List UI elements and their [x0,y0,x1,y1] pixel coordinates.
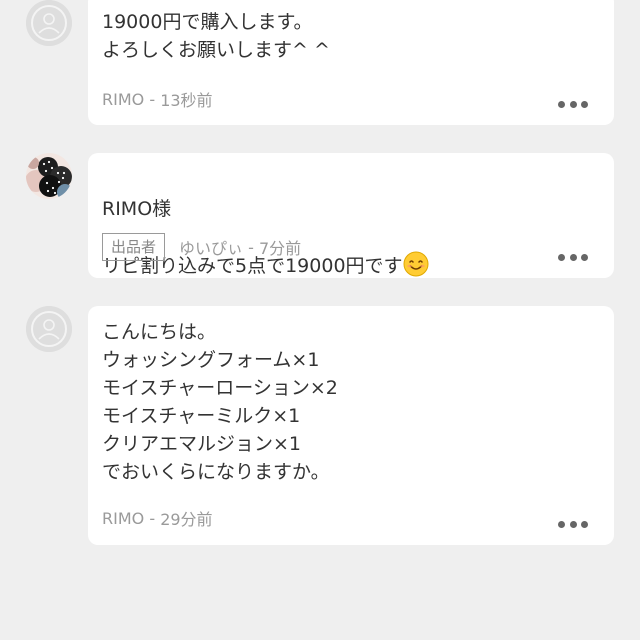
default-user-icon [26,0,72,46]
author-name[interactable]: RIMO [102,90,144,109]
comment-body: こんにちは。 ウォッシングフォーム×1 モイスチャーローション×2 モイスチャー… [102,321,338,483]
more-horizontal-icon[interactable] [558,520,588,528]
avatar[interactable] [26,153,72,199]
comment-bubble: 19000円で購入します。 よろしくお願いします^ ^ RIMO - 13秒前 [88,0,614,125]
comment-meta: RIMO - 29分前 [102,506,213,530]
more-horizontal-icon[interactable] [558,253,588,261]
comment-bubble: こんにちは。 ウォッシングフォーム×1 モイスチャーローション×2 モイスチャー… [88,306,614,545]
default-user-icon [26,306,72,352]
timestamp: 29分前 [160,510,213,529]
more-horizontal-icon[interactable] [558,100,588,108]
user-photo-icon [26,153,72,199]
comment-meta: RIMO - 13秒前 [102,87,213,111]
comment-body-line: RIMO様 [102,198,172,220]
comment-body: RIMO様 リピ割り込みで5点で19000円です [102,153,600,308]
meta-separator: - [243,237,259,257]
timestamp: 7分前 [258,239,302,258]
comment-meta: 出品者 ゆいぴぃ - 7分前 [102,233,301,261]
meta-separator: - [144,89,161,109]
meta-separator: - [144,508,161,528]
seller-badge: 出品者 [102,233,166,261]
avatar[interactable] [26,0,72,46]
timestamp: 13秒前 [160,91,213,110]
author-name[interactable]: RIMO [102,509,144,528]
smiling-face-emoji-icon [403,251,429,277]
avatar[interactable] [26,306,72,352]
comment-body: 19000円で購入します。 よろしくお願いします^ ^ [102,11,330,61]
comment-bubble: RIMO様 リピ割り込みで5点で19000円です 出品者 ゆいぴぃ - 7分前 [88,153,614,278]
author-name[interactable]: ゆいぴぃ [179,235,243,259]
